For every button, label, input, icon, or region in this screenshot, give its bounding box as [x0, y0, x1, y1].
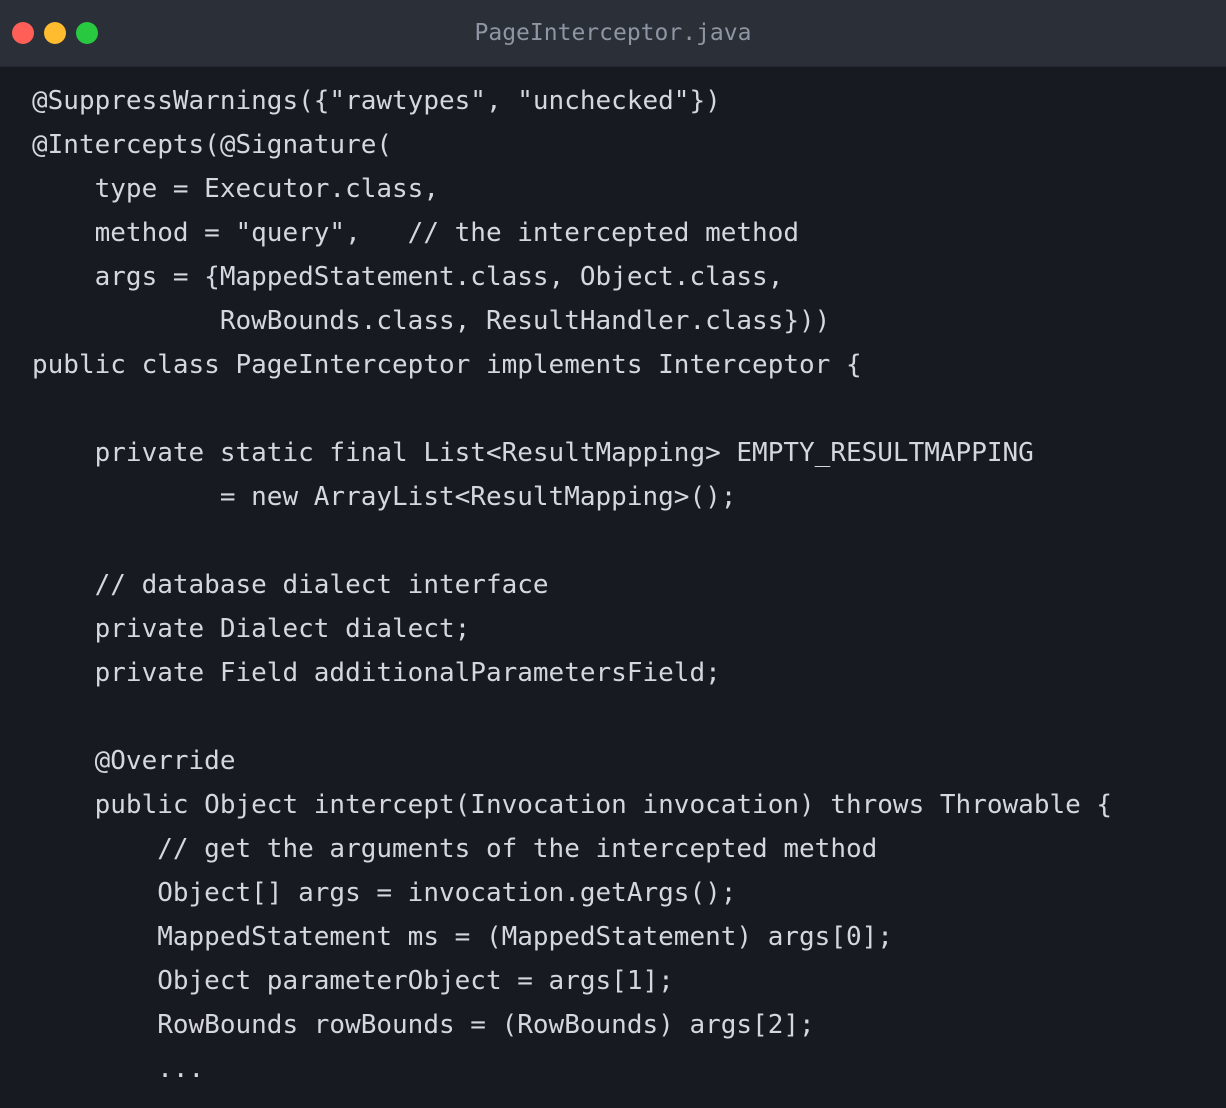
code-line: = new ArrayList<ResultMapping>(); [32, 482, 737, 512]
code-line: RowBounds rowBounds = (RowBounds) args[2… [32, 1010, 815, 1040]
code-line: RowBounds.class, ResultHandler.class})) [32, 306, 831, 336]
code-editor[interactable]: @SuppressWarnings({"rawtypes", "unchecke… [0, 67, 1226, 1091]
code-line: Object parameterObject = args[1]; [32, 966, 674, 996]
code-line: public Object intercept(Invocation invoc… [32, 790, 1113, 820]
code-line: @Override [32, 746, 236, 776]
code-line: // get the arguments of the intercepted … [32, 834, 878, 864]
code-line: private Field additionalParametersField; [32, 658, 721, 688]
code-window: PageInterceptor.java @SuppressWarnings({… [0, 0, 1226, 1108]
code-line: Object[] args = invocation.getArgs(); [32, 878, 737, 908]
code-line: @SuppressWarnings({"rawtypes", "unchecke… [32, 86, 721, 116]
code-line: type = Executor.class, [32, 174, 439, 204]
code-line: private static final List<ResultMapping>… [32, 438, 1034, 468]
title-bar: PageInterceptor.java [0, 0, 1226, 67]
code-line: // database dialect interface [32, 570, 549, 600]
code-line: method = "query", // the intercepted met… [32, 218, 800, 248]
code-line: MappedStatement ms = (MappedStatement) a… [32, 922, 893, 952]
code-line: private Dialect dialect; [32, 614, 471, 644]
code-line: @Intercepts(@Signature( [32, 130, 393, 160]
code-line: public class PageInterceptor implements … [32, 350, 862, 380]
window-title: PageInterceptor.java [474, 20, 752, 46]
code-line: args = {MappedStatement.class, Object.cl… [32, 262, 784, 292]
code-line: ... [32, 1054, 205, 1084]
